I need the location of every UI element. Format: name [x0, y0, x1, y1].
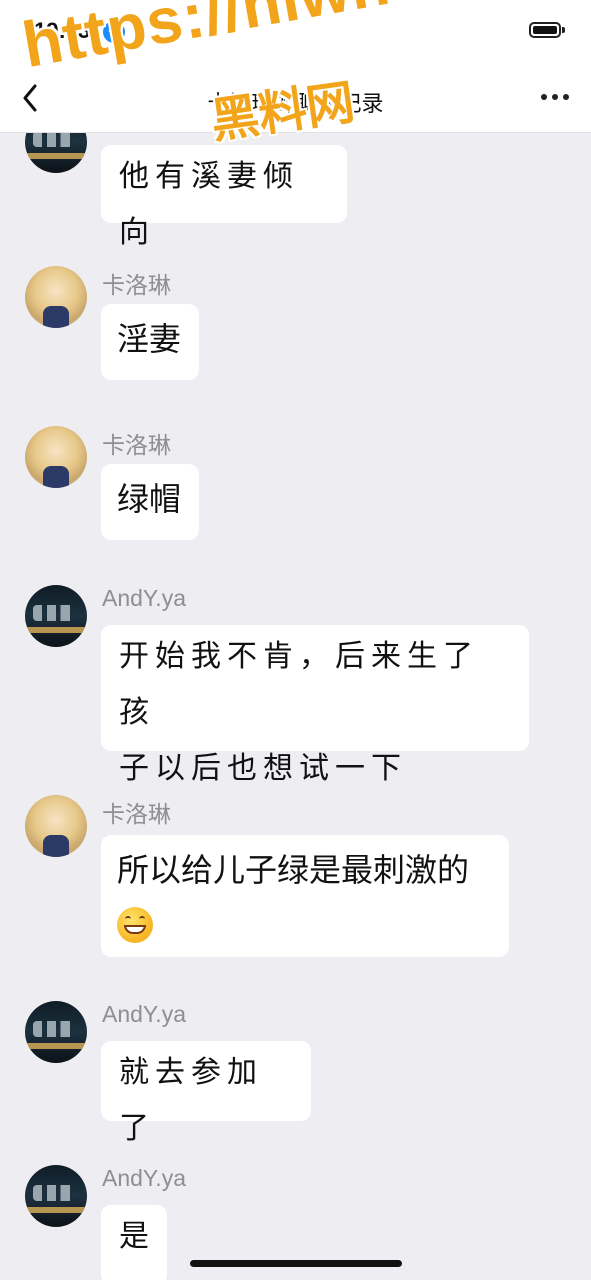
anime-girl-avatar[interactable] — [25, 795, 87, 857]
message-bubble[interactable]: 所以给儿子绿是最刺激的 — [101, 835, 509, 957]
message-bubble[interactable]: 开始我不肯，后来生了孩 子以后也想试一下 — [101, 625, 529, 786]
sender-name: AndY.ya — [102, 585, 186, 611]
dot — [541, 94, 547, 100]
battery-icon — [529, 22, 561, 38]
dot — [563, 94, 569, 100]
message-bubble[interactable]: 他有溪妻倾向 — [101, 145, 347, 250]
grinning-face-icon — [117, 907, 153, 943]
message-text: 他有溪妻倾向 — [119, 159, 299, 250]
city-night-avatar[interactable] — [25, 1165, 87, 1227]
message-bubble[interactable]: 是 — [101, 1205, 167, 1280]
anime-girl-avatar[interactable] — [25, 426, 87, 488]
sender-name: AndY.ya — [102, 1165, 186, 1191]
message-bubble[interactable]: 淫妻 — [101, 304, 199, 380]
chat-list[interactable]: 他有溪妻倾向 卡洛琳 淫妻 卡洛琳 绿帽 AndY.ya 开始我不肯，后来生了孩… — [0, 133, 591, 1280]
message-bubble[interactable]: 就去参加了 — [101, 1041, 311, 1146]
message-text-line: 开始我不肯，后来生了孩 — [119, 639, 479, 730]
ellipsis-icon[interactable] — [541, 94, 569, 100]
sender-name: 卡洛琳 — [102, 272, 171, 298]
anime-girl-avatar[interactable] — [25, 266, 87, 328]
city-night-avatar[interactable] — [25, 585, 87, 647]
city-night-avatar[interactable] — [25, 133, 87, 173]
message-text: 绿帽 — [117, 480, 182, 518]
message-text: 淫妻 — [117, 320, 182, 358]
city-night-avatar[interactable] — [25, 1001, 87, 1063]
home-indicator — [190, 1260, 402, 1267]
battery-tip — [562, 27, 565, 33]
message-text: 是 — [119, 1219, 155, 1254]
sender-name: AndY.ya — [102, 1001, 186, 1027]
sender-name: 卡洛琳 — [102, 432, 171, 458]
sender-name: 卡洛琳 — [102, 801, 171, 827]
message-text: 所以给儿子绿是最刺激的 — [117, 851, 470, 889]
message-bubble[interactable]: 绿帽 — [101, 464, 199, 540]
dot — [552, 94, 558, 100]
message-text: 就去参加了 — [119, 1055, 263, 1146]
message-text-line: 子以后也想试一下 — [119, 751, 407, 786]
